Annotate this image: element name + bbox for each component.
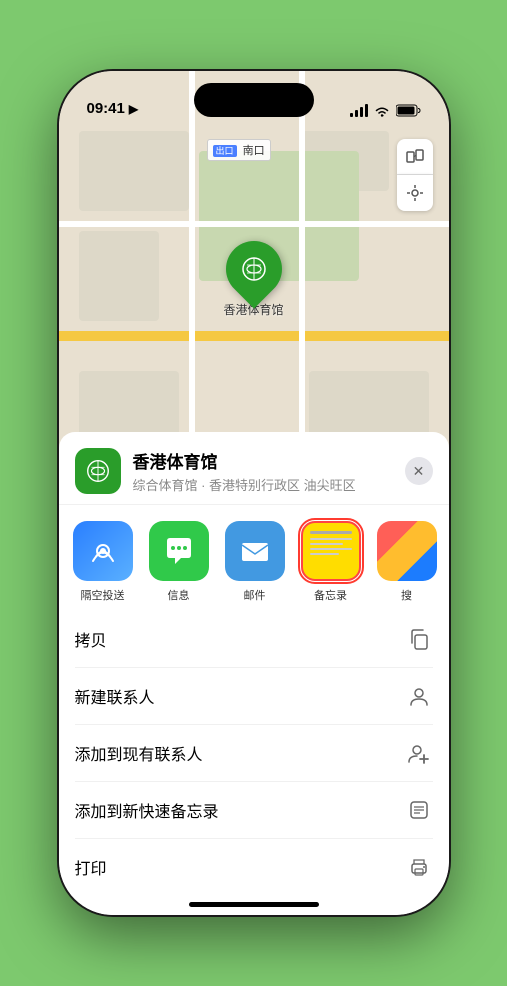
messages-icon (149, 521, 209, 581)
share-item-notes[interactable]: 备忘录 (295, 521, 367, 603)
share-item-messages[interactable]: 信息 (143, 521, 215, 603)
action-copy[interactable]: 拷贝 (75, 611, 433, 668)
status-time: 09:41 ▶ (87, 100, 139, 117)
more-label: 搜 (401, 587, 412, 603)
print-label: 打印 (75, 855, 107, 879)
venue-marker: 香港体育馆 (223, 241, 283, 318)
new-contact-label: 新建联系人 (75, 684, 155, 708)
action-list: 拷贝 新建联系人 (59, 611, 449, 895)
airdrop-icon (73, 521, 133, 581)
home-indicator (189, 902, 319, 907)
add-notes-label: 添加到新快速备忘录 (75, 798, 219, 822)
action-new-contact[interactable]: 新建联系人 (75, 668, 433, 725)
copy-label: 拷贝 (75, 627, 107, 651)
share-item-more[interactable]: 搜 (371, 521, 443, 603)
mail-label: 邮件 (244, 587, 266, 603)
print-icon (405, 853, 433, 881)
dynamic-island (194, 83, 314, 117)
add-existing-label: 添加到现有联系人 (75, 741, 203, 765)
share-row: 隔空投送 信息 (59, 505, 449, 611)
phone-frame: 09:41 ▶ (59, 71, 449, 915)
map-label-text: 南口 (243, 145, 265, 157)
wifi-icon (374, 105, 390, 117)
phone-screen: 09:41 ▶ (59, 71, 449, 915)
new-contact-icon (405, 682, 433, 710)
share-item-airdrop[interactable]: 隔空投送 (67, 521, 139, 603)
close-button[interactable]: ✕ (405, 457, 433, 485)
venue-name: 香港体育馆 (133, 448, 405, 473)
mail-icon (225, 521, 285, 581)
copy-icon (405, 625, 433, 653)
time-label: 09:41 (87, 100, 125, 117)
marker-pin (214, 229, 293, 308)
action-add-notes[interactable]: 添加到新快速备忘录 (75, 782, 433, 839)
airdrop-label: 隔空投送 (81, 587, 125, 603)
location-icon: ▶ (129, 102, 138, 116)
map-btn-group (397, 139, 433, 211)
map-label: 出口 南口 (207, 139, 271, 161)
status-icons (350, 104, 421, 117)
share-item-mail[interactable]: 邮件 (219, 521, 291, 603)
more-icon (377, 521, 437, 581)
battery-icon (396, 104, 421, 117)
venue-info: 香港体育馆 综合体育馆 · 香港特别行政区 油尖旺区 (133, 448, 405, 494)
signal-icon (350, 104, 368, 117)
notes-label: 备忘录 (314, 587, 347, 603)
notes-icon (301, 521, 361, 581)
add-contact-icon (405, 739, 433, 767)
messages-label: 信息 (168, 587, 190, 603)
venue-sheet-icon (75, 448, 121, 494)
location-button[interactable] (397, 175, 433, 211)
venue-desc: 综合体育馆 · 香港特别行政区 油尖旺区 (133, 475, 405, 494)
action-add-existing[interactable]: 添加到现有联系人 (75, 725, 433, 782)
map-type-button[interactable] (397, 139, 433, 175)
action-print[interactable]: 打印 (75, 839, 433, 895)
bottom-sheet: 香港体育馆 综合体育馆 · 香港特别行政区 油尖旺区 ✕ (59, 432, 449, 915)
add-notes-icon (405, 796, 433, 824)
sheet-header: 香港体育馆 综合体育馆 · 香港特别行政区 油尖旺区 ✕ (59, 432, 449, 505)
